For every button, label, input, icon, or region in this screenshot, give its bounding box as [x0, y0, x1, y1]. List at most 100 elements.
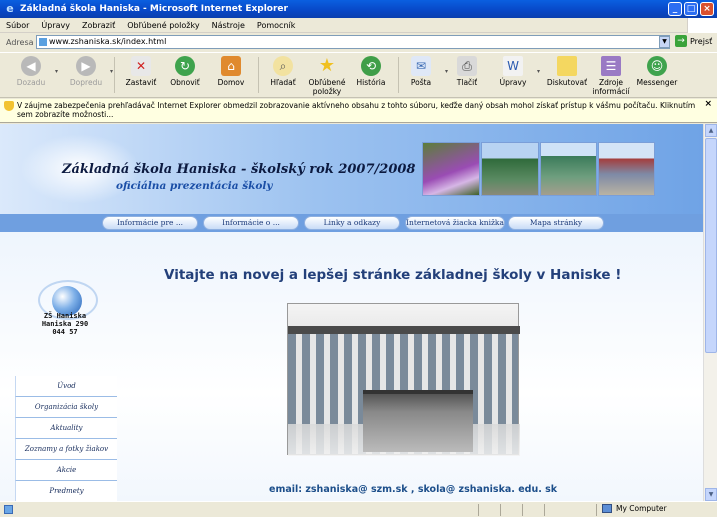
edit-label: Úpravy — [499, 78, 527, 87]
forward-dropdown-icon[interactable]: ▾ — [110, 67, 113, 76]
standard-toolbar: ◀ Dozadu ▾ ▶ Dopredu ▾ ✕ Zastaviť ↻ Obno… — [0, 52, 717, 98]
menu-help[interactable]: Pomocník — [251, 21, 301, 30]
page-icon — [39, 38, 47, 46]
menu-bar: Súbor Úpravy Zobraziť Obľúbené položky N… — [0, 18, 717, 33]
maximize-button[interactable]: □ — [684, 2, 698, 16]
web-page-content: Základná škola Haniska - školský rok 200… — [0, 124, 703, 501]
banner-photo-school — [540, 142, 597, 196]
scroll-up-button[interactable]: ▲ — [705, 124, 717, 137]
favorites-label: Obľúbené položky — [308, 78, 346, 96]
stop-icon: ✕ — [131, 56, 151, 76]
word-icon: W — [503, 56, 523, 76]
home-label: Domov — [217, 78, 245, 87]
mail-button[interactable]: ✉ Pošta ▾ — [396, 56, 448, 87]
address-input[interactable]: www.zshaniska.sk/index.html — [36, 35, 670, 49]
research-button[interactable]: ☰ Zdroje informácií — [586, 56, 636, 96]
top-navigation: Informácie pre ... Informácie o ... Link… — [0, 214, 703, 232]
mail-label: Pošta — [410, 78, 432, 87]
history-button[interactable]: ⟲ História — [346, 56, 396, 87]
side-menu-events[interactable]: Akcie — [15, 460, 117, 481]
logo-text: ZŠ Haniska Haniska 290 044 57 — [40, 312, 90, 336]
print-label: Tlačiť — [456, 78, 478, 87]
menu-view[interactable]: Zobraziť — [76, 21, 121, 30]
window-title: Základná škola Haniska - Microsoft Inter… — [20, 4, 288, 14]
print-button[interactable]: ⎙ Tlačiť — [442, 56, 492, 87]
side-menu-subjects[interactable]: Predmety — [15, 481, 117, 501]
photo-entrance — [363, 390, 473, 452]
back-dropdown-icon[interactable]: ▾ — [55, 67, 58, 76]
banner-subtitle: oficiálna prezentácia školy — [116, 180, 273, 192]
email-contact[interactable]: email: zshaniska@ szm.sk , skola@ zshani… — [269, 484, 557, 495]
favorites-button[interactable]: ★ Obľúbené položky — [302, 56, 352, 97]
back-button[interactable]: ◀ Dozadu ▾ — [6, 56, 58, 87]
home-button[interactable]: ⌂ Domov — [206, 56, 256, 87]
edit-dropdown-icon[interactable]: ▾ — [537, 67, 540, 76]
nav-student-book[interactable]: Internetová žiacka knižka — [405, 216, 505, 230]
search-label: Hľadať — [270, 78, 296, 87]
messenger-button[interactable]: ☺ Messenger — [632, 56, 682, 87]
security-zone[interactable]: My Computer — [602, 504, 667, 513]
page-status-icon — [4, 505, 13, 514]
photo-roof — [288, 326, 520, 334]
information-bar-text: V záujme zabezpečenia prehľadávač Intern… — [17, 101, 696, 119]
logo-line-2: Haniska 290 — [41, 320, 89, 328]
menu-file[interactable]: Súbor — [0, 21, 35, 30]
address-bar: Adresa www.zshaniska.sk/index.html ▼ → P… — [0, 34, 717, 51]
back-arrow-icon: ◀ — [21, 56, 41, 76]
search-button[interactable]: ⌕ Hľadať — [258, 56, 308, 87]
menu-tools[interactable]: Nástroje — [206, 21, 251, 30]
nav-info-about[interactable]: Informácie o ... — [203, 216, 299, 230]
scroll-thumb[interactable] — [705, 138, 717, 353]
window-controls: _ □ × — [668, 2, 714, 16]
discuss-button[interactable]: Diskutovať — [542, 56, 592, 87]
banner-photo-flowers — [422, 142, 480, 196]
nav-sitemap[interactable]: Mapa stránky — [508, 216, 604, 230]
research-icon: ☰ — [601, 56, 621, 76]
forward-arrow-icon: ▶ — [76, 56, 96, 76]
go-button[interactable]: → Prejsť — [675, 35, 712, 47]
logo-line-3: 044 57 — [52, 328, 78, 336]
status-divider — [478, 504, 479, 516]
menu-favorites[interactable]: Obľúbené položky — [121, 21, 205, 30]
search-icon: ⌕ — [273, 56, 293, 76]
zone-label: My Computer — [616, 504, 667, 513]
side-menu-students[interactable]: Zoznamy a fotky žiakov — [15, 439, 117, 460]
side-menu-intro[interactable]: Úvod — [15, 376, 117, 397]
scroll-down-button[interactable]: ▼ — [705, 488, 717, 501]
window-titlebar: e Základná škola Haniska - Microsoft Int… — [0, 0, 717, 18]
nav-info-for[interactable]: Informácie pre ... — [102, 216, 198, 230]
side-menu: Úvod Organizácia školy Aktuality Zoznamy… — [15, 376, 117, 501]
status-divider — [522, 504, 523, 516]
school-building-photo — [287, 303, 520, 456]
mail-icon: ✉ — [411, 56, 431, 76]
messenger-icon: ☺ — [647, 56, 667, 76]
windows-logo — [687, 18, 717, 33]
refresh-icon: ↻ — [175, 56, 195, 76]
side-menu-organization[interactable]: Organizácia školy — [15, 397, 117, 418]
close-window-button[interactable]: × — [700, 2, 714, 16]
edit-button[interactable]: W Úpravy ▾ — [488, 56, 540, 87]
status-divider — [500, 504, 501, 516]
forward-button[interactable]: ▶ Dopredu ▾ — [61, 56, 113, 87]
vertical-scrollbar[interactable]: ▲ ▼ — [703, 124, 717, 501]
banner-title: Základná škola Haniska - školský rok 200… — [62, 162, 416, 177]
status-divider — [596, 504, 597, 516]
nav-links[interactable]: Linky a odkazy — [304, 216, 400, 230]
home-icon: ⌂ — [221, 56, 241, 76]
information-bar[interactable]: V záujme zabezpečenia prehľadávač Intern… — [0, 99, 717, 123]
computer-icon — [602, 504, 612, 513]
side-menu-news[interactable]: Aktuality — [15, 418, 117, 439]
address-dropdown-button[interactable]: ▼ — [659, 36, 670, 48]
internet-explorer-icon: e — [6, 2, 14, 15]
refresh-label: Obnoviť — [170, 78, 200, 87]
address-url: www.zshaniska.sk/index.html — [49, 37, 167, 46]
stop-label: Zastaviť — [125, 78, 157, 87]
refresh-button[interactable]: ↻ Obnoviť — [160, 56, 210, 87]
research-label: Zdroje informácií — [592, 78, 630, 96]
toolbar-divider — [114, 57, 115, 93]
close-icon[interactable]: × — [704, 100, 712, 109]
welcome-heading: Vitajte na novej a lepšej stránke základ… — [164, 267, 622, 283]
menu-edit[interactable]: Úpravy — [35, 21, 76, 30]
stop-button[interactable]: ✕ Zastaviť — [116, 56, 166, 87]
minimize-button[interactable]: _ — [668, 2, 682, 16]
